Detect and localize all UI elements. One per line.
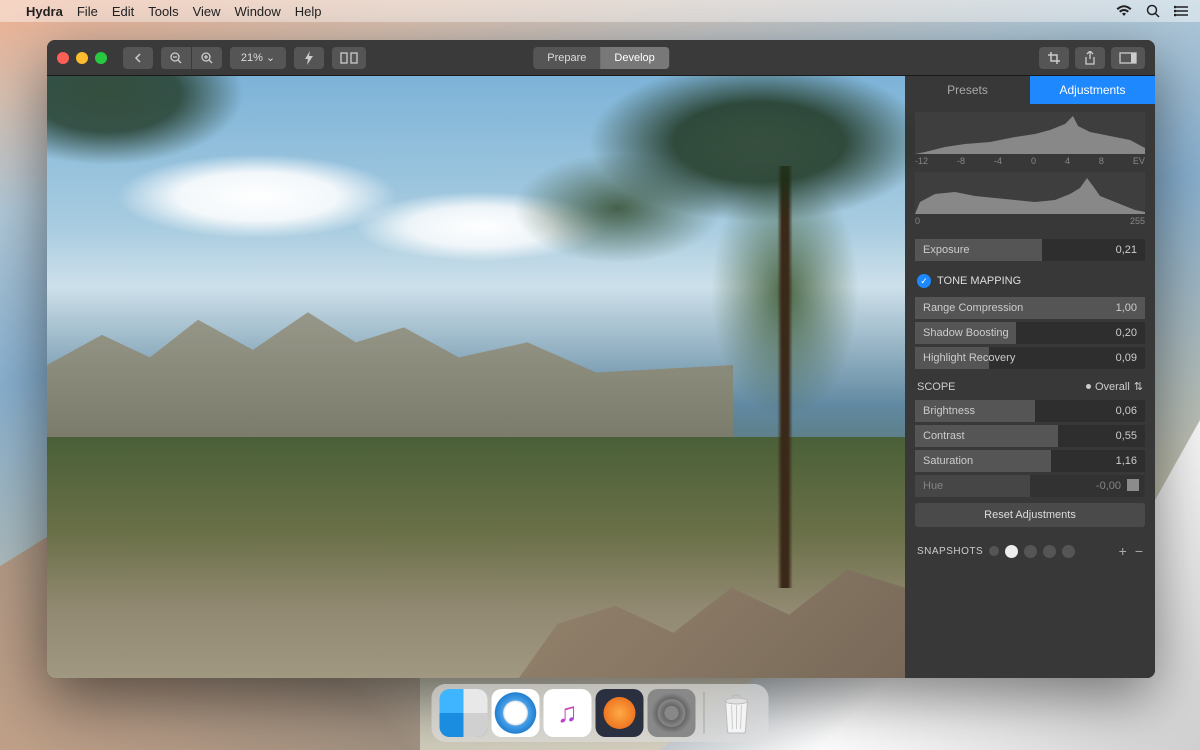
flash-button[interactable] <box>294 47 324 69</box>
ev-tick: -4 <box>994 156 1002 166</box>
hue-slider[interactable]: Hue -0,00 <box>915 475 1145 497</box>
hue-checkbox[interactable] <box>1127 479 1139 491</box>
zoom-level-dropdown[interactable]: 21% ⌄ <box>230 47 286 69</box>
ev-tick: 4 <box>1065 156 1070 166</box>
seg-prepare[interactable]: Prepare <box>533 47 600 69</box>
zoom-out-button[interactable] <box>161 47 191 69</box>
dock-trash-icon[interactable] <box>713 689 761 737</box>
snapshot-1[interactable] <box>989 546 999 556</box>
minimize-button[interactable] <box>76 52 88 64</box>
titlebar: 21% ⌄ Prepare Develop <box>47 40 1155 76</box>
menu-edit[interactable]: Edit <box>112 4 134 19</box>
exposure-slider[interactable]: Exposure 0,21 <box>915 239 1145 261</box>
notification-center-icon[interactable] <box>1174 5 1188 17</box>
zoom-in-button[interactable] <box>192 47 222 69</box>
add-snapshot-button[interactable]: + <box>1119 543 1127 559</box>
ev-histogram <box>915 112 1145 154</box>
snapshot-2[interactable] <box>1005 545 1018 558</box>
compare-button[interactable] <box>332 47 366 69</box>
scope-dropdown[interactable]: Overall ⇅ <box>1086 380 1143 393</box>
crop-button[interactable] <box>1039 47 1069 69</box>
ev-tick: 8 <box>1099 156 1104 166</box>
close-button[interactable] <box>57 52 69 64</box>
mode-segmented-control: Prepare Develop <box>533 47 669 69</box>
fullscreen-button[interactable] <box>95 52 107 64</box>
image-canvas[interactable] <box>47 76 905 678</box>
dock-separator <box>704 692 705 734</box>
shadow-boosting-slider[interactable]: Shadow Boosting 0,20 <box>915 322 1145 344</box>
seg-develop[interactable]: Develop <box>600 47 668 69</box>
share-button[interactable] <box>1075 47 1105 69</box>
window-controls <box>57 52 107 64</box>
saturation-slider[interactable]: Saturation 1,16 <box>915 450 1145 472</box>
app-window: 21% ⌄ Prepare Develop <box>47 40 1155 678</box>
chevron-updown-icon: ⇅ <box>1134 380 1143 393</box>
highlight-recovery-slider[interactable]: Highlight Recovery 0,09 <box>915 347 1145 369</box>
dock-system-preferences-icon[interactable] <box>648 689 696 737</box>
tone-mapping-header: TONE MAPPING <box>937 275 1021 287</box>
menu-file[interactable]: File <box>77 4 98 19</box>
snapshot-4[interactable] <box>1043 545 1056 558</box>
lum-tick: 255 <box>1130 216 1145 226</box>
range-compression-slider[interactable]: Range Compression 1,00 <box>915 297 1145 319</box>
reset-adjustments-button[interactable]: Reset Adjustments <box>915 503 1145 527</box>
tab-adjustments[interactable]: Adjustments <box>1030 76 1155 104</box>
spotlight-icon[interactable] <box>1146 4 1160 18</box>
dock <box>432 684 769 742</box>
snapshot-5[interactable] <box>1062 545 1075 558</box>
snapshots-header: SNAPSHOTS <box>917 546 983 557</box>
menubar: Hydra File Edit Tools View Window Help <box>0 0 1200 22</box>
ev-tick: 0 <box>1031 156 1036 166</box>
menu-tools[interactable]: Tools <box>148 4 178 19</box>
menu-view[interactable]: View <box>193 4 221 19</box>
photo-preview <box>47 76 905 678</box>
menu-help[interactable]: Help <box>295 4 322 19</box>
snapshot-3[interactable] <box>1024 545 1037 558</box>
brightness-slider[interactable]: Brightness 0,06 <box>915 400 1145 422</box>
ev-tick: EV <box>1133 156 1145 166</box>
wifi-icon[interactable] <box>1116 5 1132 17</box>
remove-snapshot-button[interactable]: − <box>1135 543 1143 559</box>
back-button[interactable] <box>123 47 153 69</box>
toggle-panel-button[interactable] <box>1111 47 1145 69</box>
contrast-slider[interactable]: Contrast 0,55 <box>915 425 1145 447</box>
dock-safari-icon[interactable] <box>492 689 540 737</box>
ev-tick: -8 <box>957 156 965 166</box>
dock-hydra-icon[interactable] <box>596 689 644 737</box>
luminance-histogram <box>915 172 1145 214</box>
dock-music-icon[interactable] <box>544 689 592 737</box>
app-menu[interactable]: Hydra <box>26 4 63 19</box>
menu-window[interactable]: Window <box>235 4 281 19</box>
dock-finder-icon[interactable] <box>440 689 488 737</box>
